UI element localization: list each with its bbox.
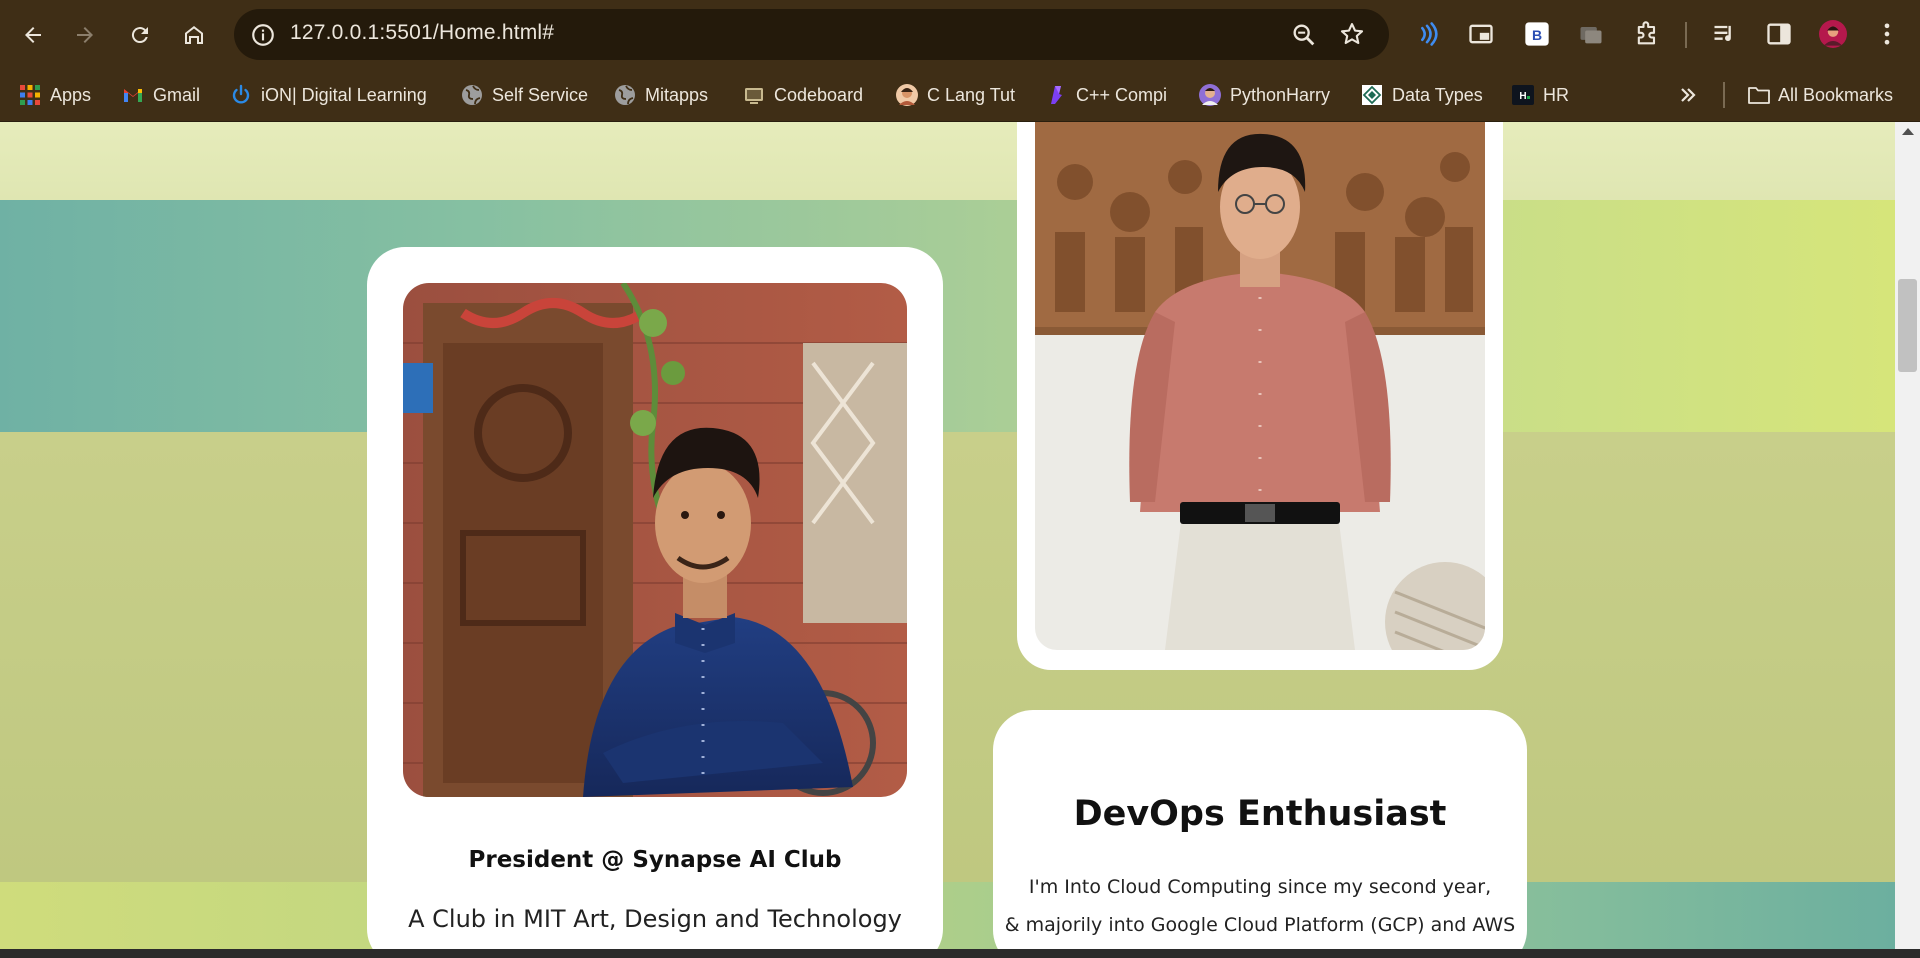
extension-button[interactable] [1465, 18, 1497, 50]
globe-icon [461, 84, 483, 106]
page-viewport[interactable]: President @ Synapse AI Club A Club in MI… [0, 122, 1895, 949]
svg-text:H: H [1519, 91, 1526, 102]
devops-text-line: I'm Into Cloud Computing since my second… [1028, 876, 1492, 898]
more-vert-icon [1884, 23, 1890, 45]
bookmark-label: Self Service [492, 84, 589, 105]
readaloud-extension-icon [1421, 22, 1438, 46]
picture-in-picture-icon [1469, 24, 1493, 44]
arrow-left-icon [25, 27, 41, 43]
bookmarks-divider [1723, 82, 1725, 108]
hackerrank-icon: H [1512, 84, 1534, 106]
bookmark-label: iON| Digital Learning [261, 84, 427, 105]
toolbar-divider [1685, 22, 1687, 48]
window-bottom-edge [0, 949, 1920, 958]
ion-power-icon [230, 84, 252, 106]
scrollbar-thumb[interactable] [1898, 279, 1917, 372]
side-panel-icon [1767, 23, 1791, 45]
devops-heading: DevOps Enthusiast [1073, 794, 1447, 834]
datatypes-icon [1361, 84, 1383, 106]
bookmark-label: C++ Compi [1076, 84, 1168, 105]
background-band [0, 200, 1895, 432]
background-band [0, 882, 1895, 949]
avatar-icon [896, 84, 918, 106]
bookmark-gmail[interactable]: Gmail [122, 79, 200, 111]
media-queue-icon [1714, 25, 1731, 42]
background-band [0, 122, 1895, 200]
extensions-button[interactable] [1631, 18, 1663, 50]
devops-text-line: & majorily into Google Cloud Platform (G… [1004, 914, 1516, 936]
profile-button[interactable] [1817, 18, 1849, 50]
chevron-double-right-icon [1681, 88, 1696, 102]
avatar-icon [1199, 84, 1221, 106]
compiler-icon [1045, 84, 1067, 106]
bookmark-c-lang-tut[interactable]: C Lang Tut [896, 79, 1015, 111]
url-text[interactable]: 127.0.0.1:5501/Home.html# [290, 21, 554, 45]
site-info-icon[interactable] [250, 22, 276, 48]
browser-menu-button[interactable] [1871, 18, 1903, 50]
bookmark-codeboard[interactable]: Codeboard [743, 79, 863, 111]
profile-photo [403, 283, 907, 797]
president-card: President @ Synapse AI Club A Club in MI… [367, 247, 943, 949]
bookmark-label: HR [1543, 84, 1569, 105]
globe-icon [614, 84, 636, 106]
bookmark-label: Codeboard [774, 84, 864, 105]
bookmark-label: Data Types [1392, 84, 1483, 105]
forward-button[interactable] [67, 17, 103, 53]
browser-toolbar: 127.0.0.1:5501/Home.html# B [0, 0, 1920, 69]
more-bookmarks-button[interactable] [1677, 79, 1699, 111]
arrow-right-icon [77, 27, 93, 43]
all-bookmarks-button[interactable]: All Bookmarks [1747, 79, 1893, 111]
apps-grid-icon [19, 84, 41, 106]
media-button[interactable] [1709, 18, 1741, 50]
bookmark-cpp-compiler[interactable]: C++ Compi [1045, 79, 1167, 111]
reload-icon [131, 27, 148, 44]
zoom-icon[interactable] [1290, 21, 1318, 49]
bookmark-label: C Lang Tut [927, 84, 1016, 105]
bookmark-star-icon[interactable] [1338, 20, 1366, 48]
reload-button[interactable] [122, 17, 158, 53]
portrait-card [1017, 122, 1503, 670]
extension-button[interactable] [1411, 18, 1443, 50]
home-button[interactable] [176, 17, 212, 53]
profile-avatar-icon [1819, 20, 1847, 48]
bookmark-pythonharry[interactable]: PythonHarry [1199, 79, 1330, 111]
home-icon [185, 26, 203, 44]
bookmark-hr[interactable]: H HR [1512, 79, 1569, 111]
codeboard-icon [743, 84, 765, 106]
club-description: A Club in MIT Art, Design and Technology [408, 905, 902, 933]
svg-text:B: B [1532, 27, 1542, 43]
folder-icon [1747, 84, 1770, 106]
puzzle-icon [1637, 21, 1656, 45]
bookmark-mitapps[interactable]: Mitapps [614, 79, 708, 111]
tab-manager-icon [1580, 27, 1602, 44]
bookmark-ion[interactable]: iON| Digital Learning [230, 79, 427, 111]
background-band [0, 432, 1895, 882]
all-bookmarks-label: All Bookmarks [1778, 84, 1894, 105]
devops-card: DevOps Enthusiast I'm Into Cloud Computi… [993, 710, 1527, 949]
bookmark-data-types[interactable]: Data Types [1361, 79, 1483, 111]
extension-button[interactable]: B [1521, 18, 1553, 50]
extension-button[interactable] [1575, 18, 1607, 50]
bookmark-label: Mitapps [645, 84, 709, 105]
b-extension-icon: B [1525, 22, 1549, 46]
bookmark-apps[interactable]: Apps [19, 79, 91, 111]
side-panel-button[interactable] [1763, 18, 1795, 50]
scroll-up-arrow-icon[interactable] [1902, 128, 1914, 135]
bookmark-label: PythonHarry [1230, 84, 1331, 105]
gmail-icon [122, 84, 144, 106]
bookmarks-bar: Apps Gmail iON| Digital Learning Self Se… [0, 69, 1920, 122]
bookmark-self-service[interactable]: Self Service [461, 79, 588, 111]
vertical-scrollbar[interactable] [1895, 122, 1920, 949]
bookmark-label: Apps [50, 84, 92, 105]
address-bar[interactable]: 127.0.0.1:5501/Home.html# [234, 9, 1389, 60]
back-button[interactable] [15, 17, 51, 53]
club-role-title: President @ Synapse AI Club [468, 847, 842, 873]
bookmark-label: Gmail [153, 84, 201, 105]
profile-photo [1035, 122, 1485, 650]
